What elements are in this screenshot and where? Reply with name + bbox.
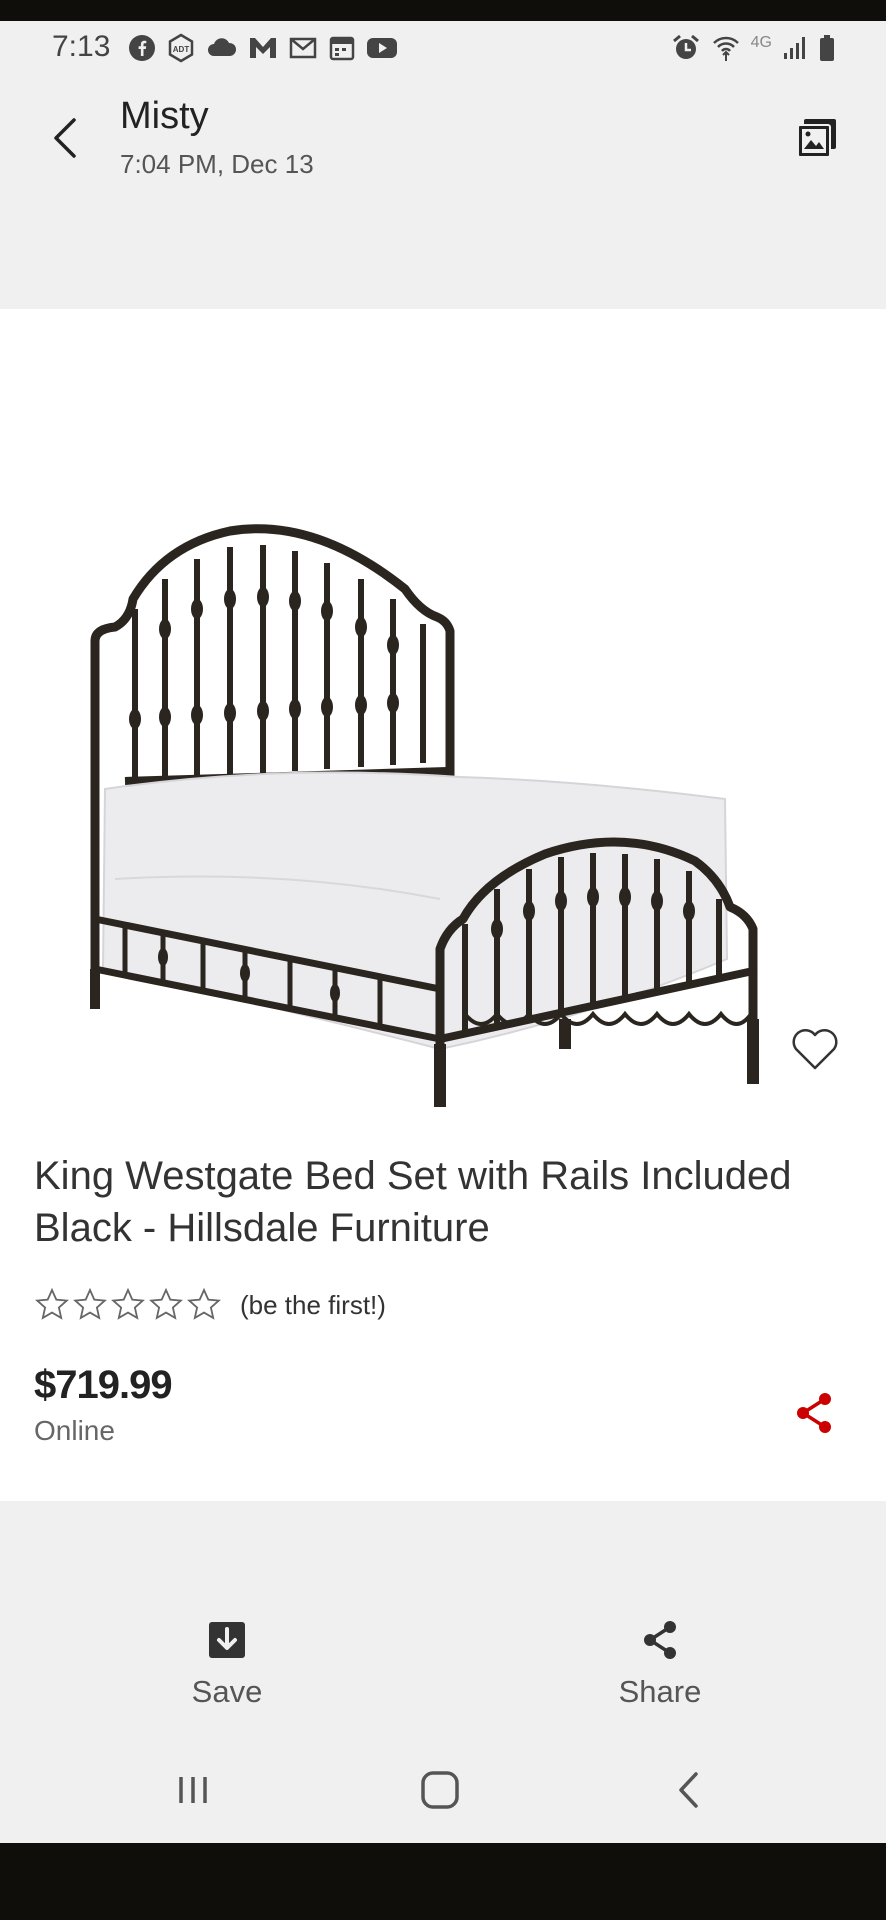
product-rating[interactable]: (be the first!) (34, 1287, 386, 1323)
home-icon (421, 1771, 459, 1809)
recent-apps-icon (179, 1777, 207, 1803)
signal-icon (784, 37, 805, 59)
metal-bed-image (90, 524, 759, 1107)
battery-icon (820, 35, 834, 61)
system-nav-bar (0, 1760, 886, 1820)
youtube-icon (367, 38, 397, 58)
download-icon (209, 1622, 245, 1658)
product-title[interactable]: King Westgate Bed Set with Rails Include… (34, 1150, 834, 1254)
status-bar: 7:13 ADT 4G (0, 21, 886, 73)
back-arrow-icon (54, 118, 76, 158)
svg-text:ADT: ADT (173, 45, 190, 54)
gmail-icon (289, 37, 317, 59)
notification-icons: ADT (128, 33, 398, 63)
mail-m-icon (250, 38, 276, 58)
gallery-button[interactable] (790, 111, 844, 165)
message-header: Misty 7:04 PM, Dec 13 (0, 73, 886, 309)
share-icon (797, 1393, 831, 1433)
empty-star-icon (187, 1287, 221, 1320)
recent-apps-button[interactable] (158, 1760, 228, 1820)
lte-icon: 4G (750, 34, 772, 51)
empty-star-icon (111, 1287, 145, 1320)
empty-star-icon (149, 1287, 183, 1320)
share-label: Share (618, 1674, 702, 1709)
rating-stars (34, 1287, 222, 1323)
adt-icon: ADT (168, 33, 194, 63)
bottom-actions: Save Share (0, 1620, 886, 1730)
sender-name: Misty (120, 95, 209, 137)
product-share-button[interactable] (794, 1391, 834, 1435)
status-time: 7:13 (52, 30, 111, 63)
product-price: $719.99 (34, 1363, 173, 1407)
top-black-bar (0, 0, 886, 21)
share-button[interactable]: Share (560, 1620, 760, 1730)
message-timestamp: 7:04 PM, Dec 13 (120, 149, 314, 179)
system-back-button[interactable] (654, 1760, 724, 1820)
facebook-icon (129, 35, 155, 61)
availability-channel: Online (34, 1415, 115, 1446)
rating-note: (be the first!) (240, 1289, 386, 1320)
home-button[interactable] (405, 1760, 475, 1820)
back-button[interactable] (40, 108, 90, 168)
share-icon (644, 1621, 676, 1659)
system-icons: 4G (671, 33, 836, 63)
calendar-icon (329, 36, 355, 61)
product-card[interactable]: King Westgate Bed Set with Rails Include… (0, 309, 886, 1501)
back-chevron-icon (679, 1772, 698, 1808)
cloud-icon (208, 38, 237, 56)
alarm-icon (672, 34, 699, 59)
empty-star-icon (73, 1287, 107, 1320)
favorite-button[interactable] (790, 1026, 846, 1078)
save-button[interactable]: Save (127, 1620, 327, 1730)
heart-outline-icon (792, 1028, 838, 1070)
save-label: Save (191, 1674, 263, 1709)
wifi-icon (712, 36, 739, 61)
empty-star-icon (35, 1287, 69, 1320)
gallery-icon (797, 119, 836, 158)
bottom-black-bar (0, 1843, 886, 1920)
